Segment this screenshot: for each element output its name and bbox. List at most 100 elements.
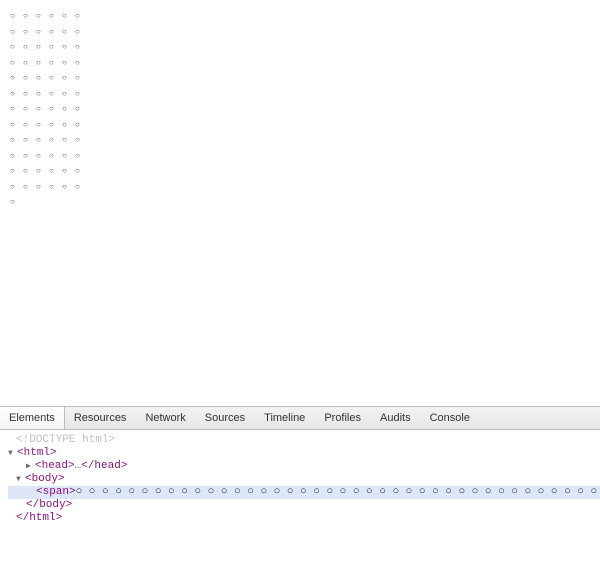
circle-row: ○○○○○○ (10, 55, 590, 71)
circle-row: ○○○○○○ (10, 163, 590, 179)
tab-audits[interactable]: Audits (371, 407, 421, 429)
circle-icon: ○ (75, 86, 88, 102)
circle-row: ○○○○○○ (10, 39, 590, 55)
tab-console[interactable]: Console (421, 407, 480, 429)
circle-icon: ○ (62, 132, 75, 148)
circle-icon: ○ (10, 117, 23, 133)
circle-icon: ○ (23, 179, 36, 195)
circle-icon: ○ (23, 24, 36, 40)
circle-grid: ○○○○○○○○○○○○○○○○○○○○○○○○○○○○○○○○○○○○○○○○… (10, 8, 590, 210)
circle-icon: ○ (23, 70, 36, 86)
circle-icon: ○ (23, 101, 36, 117)
circle-icon: ○ (23, 148, 36, 164)
elements-panel[interactable]: <!DOCTYPE html> ▼<html> ▶<head>…</head> … (0, 430, 600, 570)
circle-icon: ○ (23, 8, 36, 24)
circle-icon: ○ (62, 8, 75, 24)
circle-icon: ○ (49, 70, 62, 86)
circle-icon: ○ (49, 132, 62, 148)
circle-icon: ○ (23, 86, 36, 102)
circle-icon: ○ (75, 101, 88, 117)
circle-icon: ○ (49, 148, 62, 164)
circle-icon: ○ (36, 101, 49, 117)
expand-icon[interactable]: ▼ (16, 473, 25, 486)
collapse-icon[interactable]: ▶ (26, 460, 35, 473)
expand-icon[interactable]: ▼ (8, 447, 17, 460)
circle-icon: ○ (62, 101, 75, 117)
circle-icon: ○ (62, 39, 75, 55)
circle-icon: ○ (10, 86, 23, 102)
circle-icon: ○ (36, 117, 49, 133)
circle-icon: ○ (23, 132, 36, 148)
tag-html-close: </html> (16, 512, 62, 524)
circle-icon: ○ (10, 55, 23, 71)
circle-row: ○○○○○○ (10, 8, 590, 24)
circle-icon: ○ (36, 8, 49, 24)
devtools-tabs: ElementsResourcesNetworkSourcesTimelineP… (0, 406, 600, 430)
circle-icon: ○ (36, 86, 49, 102)
circle-icon: ○ (62, 148, 75, 164)
circle-icon: ○ (36, 132, 49, 148)
circle-icon: ○ (62, 70, 75, 86)
circle-icon: ○ (49, 86, 62, 102)
circle-icon: ○ (75, 132, 88, 148)
rendered-page: ○○○○○○○○○○○○○○○○○○○○○○○○○○○○○○○○○○○○○○○○… (0, 0, 600, 406)
circle-row: ○○○○○○ (10, 101, 590, 117)
html-open-line[interactable]: ▼<html> (8, 447, 600, 460)
circle-row: ○○○○○○ (10, 148, 590, 164)
circle-icon: ○ (49, 179, 62, 195)
circle-icon: ○ (75, 179, 88, 195)
doctype-line[interactable]: <!DOCTYPE html> (8, 434, 600, 447)
circle-icon: ○ (49, 24, 62, 40)
circle-icon: ○ (10, 194, 23, 210)
circle-icon: ○ (62, 179, 75, 195)
circle-icon: ○ (75, 163, 88, 179)
circle-icon: ○ (49, 101, 62, 117)
doctype-text: <!DOCTYPE html> (16, 434, 115, 446)
circle-icon: ○ (49, 55, 62, 71)
circle-icon: ○ (75, 39, 88, 55)
circle-row: ○○○○○○ (10, 86, 590, 102)
circle-icon: ○ (36, 55, 49, 71)
tag-head-close: </head> (81, 460, 127, 472)
circle-icon: ○ (75, 70, 88, 86)
tab-sources[interactable]: Sources (196, 407, 255, 429)
circle-icon: ○ (23, 55, 36, 71)
span-content: ○ ○ ○ ○ ○ ○ ○ ○ ○ ○ ○ ○ ○ ○ ○ ○ ○ ○ ○ ○ … (76, 486, 600, 498)
circle-icon: ○ (62, 55, 75, 71)
circle-icon: ○ (62, 163, 75, 179)
span-line-selected[interactable]: <span>○ ○ ○ ○ ○ ○ ○ ○ ○ ○ ○ ○ ○ ○ ○ ○ ○ … (8, 486, 600, 499)
circle-icon: ○ (10, 39, 23, 55)
body-open-line[interactable]: ▼<body> (8, 473, 600, 486)
circle-icon: ○ (75, 8, 88, 24)
circle-icon: ○ (23, 39, 36, 55)
circle-icon: ○ (75, 148, 88, 164)
circle-icon: ○ (36, 39, 49, 55)
tab-profiles[interactable]: Profiles (315, 407, 371, 429)
tab-network[interactable]: Network (136, 407, 195, 429)
circle-icon: ○ (10, 70, 23, 86)
circle-icon: ○ (36, 179, 49, 195)
circle-icon: ○ (10, 148, 23, 164)
circle-row: ○○○○○○ (10, 24, 590, 40)
circle-row: ○○○○○○ (10, 179, 590, 195)
circle-icon: ○ (23, 163, 36, 179)
circle-icon: ○ (49, 163, 62, 179)
tab-elements[interactable]: Elements (0, 407, 65, 429)
circle-icon: ○ (62, 86, 75, 102)
circle-icon: ○ (75, 24, 88, 40)
tag-body-close: </body> (26, 499, 72, 511)
circle-row: ○ (10, 194, 590, 210)
tag-body-open: <body> (25, 473, 65, 485)
circle-icon: ○ (36, 24, 49, 40)
circle-icon: ○ (62, 117, 75, 133)
tab-resources[interactable]: Resources (65, 407, 137, 429)
body-close-line[interactable]: </body> (8, 499, 600, 512)
circle-icon: ○ (10, 101, 23, 117)
circle-row: ○○○○○○ (10, 70, 590, 86)
tab-timeline[interactable]: Timeline (255, 407, 315, 429)
head-line[interactable]: ▶<head>…</head> (8, 460, 600, 473)
circle-icon: ○ (10, 163, 23, 179)
circle-icon: ○ (49, 117, 62, 133)
circle-icon: ○ (49, 39, 62, 55)
html-close-line[interactable]: </html> (8, 512, 600, 525)
